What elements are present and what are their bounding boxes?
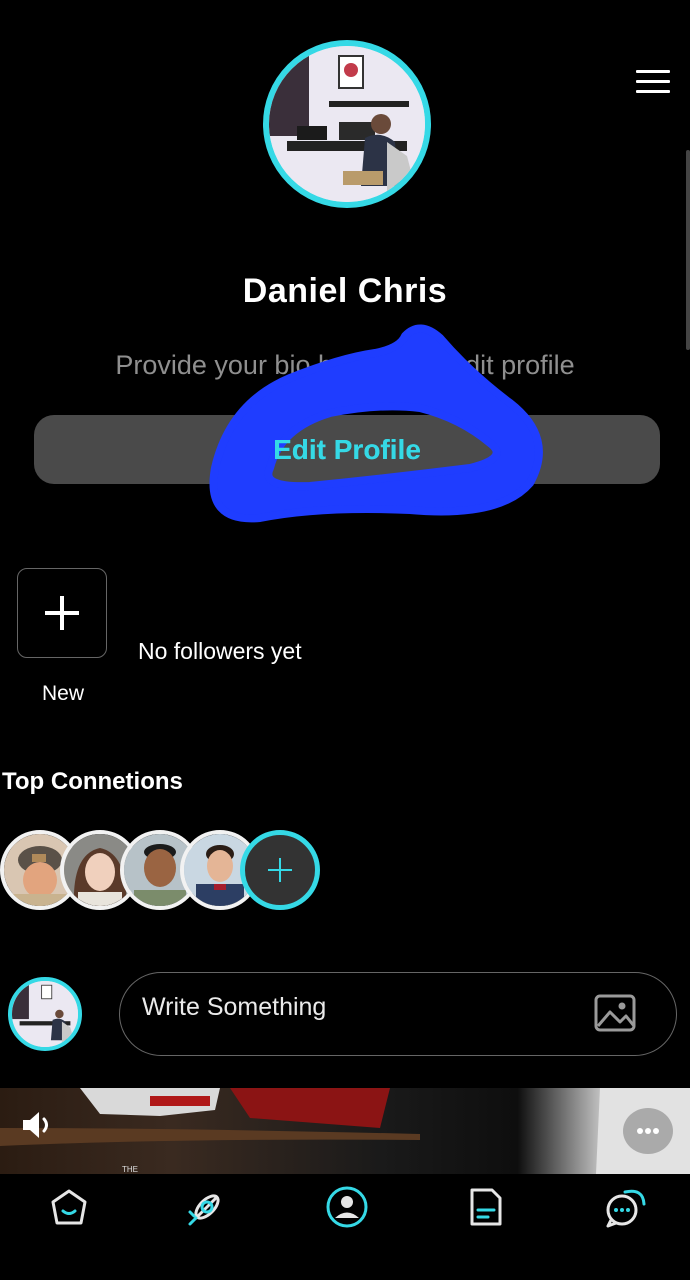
nav-home[interactable] [43, 1184, 95, 1230]
plus-icon [45, 596, 79, 630]
image-icon [594, 994, 636, 1032]
profile-avatar[interactable] [263, 40, 431, 208]
video-caption: THE [122, 1165, 138, 1174]
nav-chat[interactable] [599, 1184, 651, 1230]
menu-icon-line [636, 90, 670, 93]
speaker-icon [23, 1112, 48, 1138]
add-connection-button[interactable] [240, 830, 320, 910]
edit-profile-label: Edit Profile [273, 433, 421, 465]
more-options-button[interactable] [623, 1108, 673, 1154]
menu-button[interactable] [636, 70, 670, 96]
scrollbar[interactable] [686, 150, 690, 350]
write-something-placeholder: Write Something [142, 993, 327, 1021]
nav-explore[interactable] [181, 1184, 233, 1230]
chat-icon [606, 1189, 646, 1228]
more-icon [637, 1128, 659, 1134]
menu-icon-line [636, 70, 670, 73]
new-label: New [41, 682, 84, 705]
new-follower-button[interactable] [17, 568, 107, 658]
nav-notes[interactable] [460, 1184, 512, 1230]
profile-photo [269, 46, 425, 202]
menu-icon-line [636, 80, 670, 83]
profile-photo [12, 981, 78, 1047]
edit-profile-button[interactable]: Edit Profile [34, 415, 660, 484]
sound-toggle-button[interactable] [20, 1108, 56, 1142]
top-connections-title: Top Connetions [2, 768, 183, 795]
profile-bio-placeholder: Provide your bio by tapping edit profile [115, 350, 575, 380]
plus-icon [268, 858, 292, 882]
image-upload-button[interactable] [594, 994, 636, 1032]
notes-icon [470, 1188, 502, 1226]
profile-icon [326, 1186, 368, 1228]
nav-profile[interactable] [321, 1184, 373, 1230]
video-frame: THE [0, 1088, 690, 1174]
composer-avatar[interactable] [8, 977, 82, 1051]
profile-name: Daniel Chris [242, 272, 448, 310]
explore-icon [188, 1194, 220, 1226]
video-preview[interactable]: THE [0, 1088, 690, 1174]
no-followers-text: No followers yet [138, 638, 302, 664]
home-icon [51, 1189, 87, 1225]
